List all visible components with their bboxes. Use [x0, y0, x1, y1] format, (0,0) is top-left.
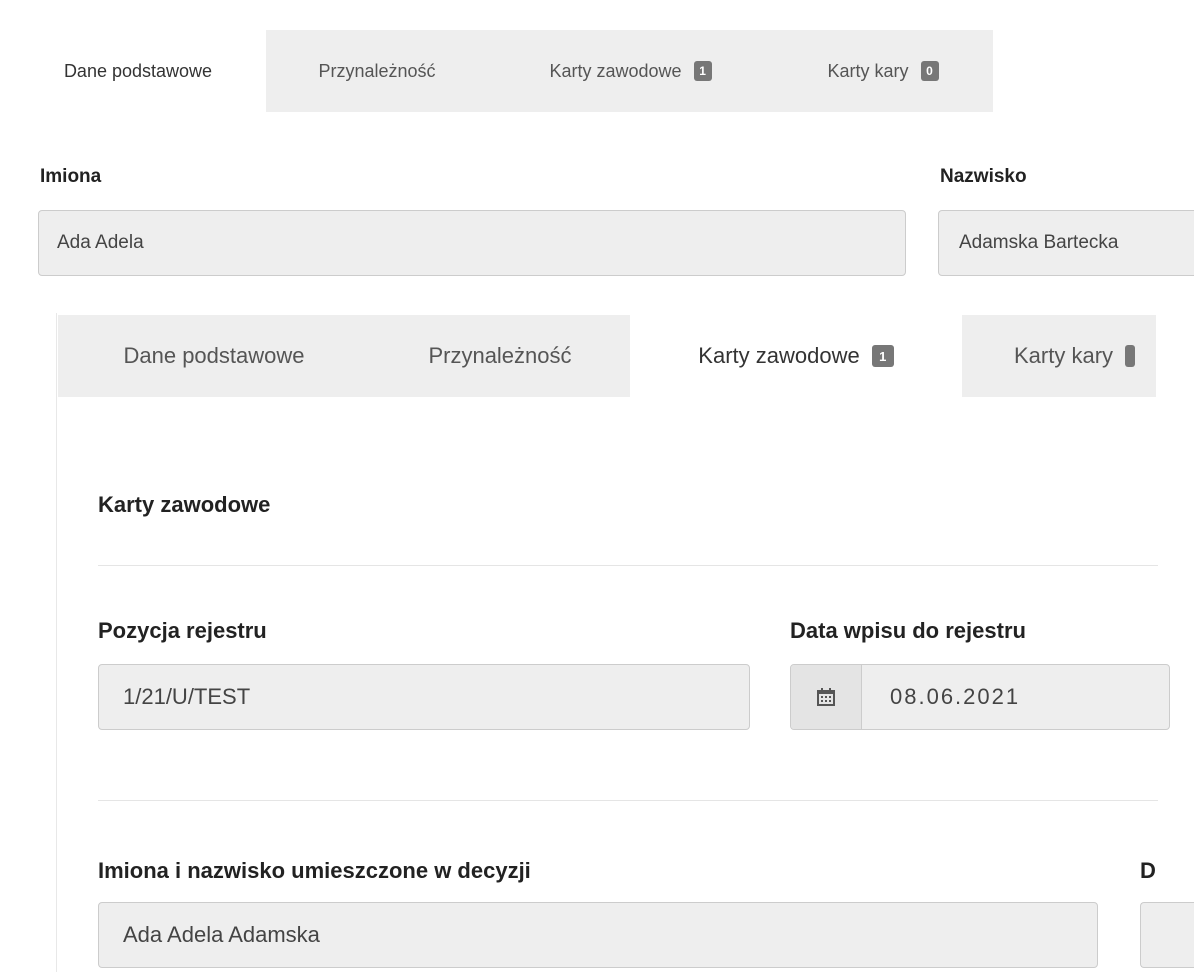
panel-border — [56, 313, 57, 972]
cut-off-field[interactable] — [1140, 902, 1194, 968]
tab-karty-kary[interactable]: Karty kary 0 — [773, 30, 993, 112]
tab-dane-podstawowe[interactable]: Dane podstawowe — [10, 30, 266, 112]
pozycja-field[interactable]: 1/21/U/TEST — [98, 664, 750, 730]
section-divider — [98, 565, 1158, 566]
section-divider — [98, 800, 1158, 801]
tab-label: Karty kary — [827, 60, 909, 81]
tab-przynaleznosc[interactable]: Przynależność — [266, 30, 488, 112]
count-badge: 1 — [693, 61, 712, 81]
imiona-value: Ada Adela — [57, 232, 144, 253]
pozycja-value: 1/21/U/TEST — [123, 684, 251, 709]
count-badge: 1 — [871, 345, 894, 367]
cut-off-label: D — [1140, 858, 1156, 883]
tab-label: Przynależność — [318, 60, 436, 81]
tab-label: Dane podstawowe — [63, 60, 213, 81]
nazwisko-value: Adamska Bartecka — [959, 232, 1119, 253]
tab-label: Dane podstawowe — [123, 343, 305, 368]
tab-karty-zawodowe[interactable]: Karty zawodowe 1 — [488, 30, 773, 112]
imiona-nazwisko-value: Ada Adela Adamska — [123, 922, 320, 947]
data-wpisu-field[interactable]: 08.06.2021 — [790, 664, 1170, 730]
outer-tab-bar: Dane podstawowe Przynależność Karty zawo… — [10, 30, 993, 112]
imiona-field[interactable]: Ada Adela — [38, 210, 906, 276]
calendar-icon[interactable] — [791, 665, 862, 729]
count-badge: 0 — [920, 61, 939, 81]
section-title: Karty zawodowe — [98, 492, 271, 517]
imiona-nazwisko-label: Imiona i nazwisko umieszczone w decyzji — [98, 858, 531, 883]
tab-label: Karty zawodowe — [549, 60, 682, 81]
tab-karty-kary[interactable]: Karty kary — [962, 315, 1156, 397]
imiona-label: Imiona — [40, 166, 102, 187]
nazwisko-field[interactable]: Adamska Bartecka — [938, 210, 1194, 276]
count-badge — [1125, 345, 1136, 367]
tab-label: Przynależność — [428, 343, 572, 368]
imiona-nazwisko-field[interactable]: Ada Adela Adamska — [98, 902, 1098, 968]
tab-dane-podstawowe[interactable]: Dane podstawowe — [58, 315, 370, 397]
data-wpisu-label: Data wpisu do rejestru — [790, 618, 1026, 643]
pozycja-label: Pozycja rejestru — [98, 618, 267, 643]
inner-tab-bar: Dane podstawowe Przynależność Karty zawo… — [58, 315, 1156, 397]
tab-label: Karty kary — [1014, 343, 1114, 368]
data-wpisu-value: 08.06.2021 — [890, 684, 1021, 709]
nazwisko-label: Nazwisko — [940, 166, 1027, 187]
tab-karty-zawodowe[interactable]: Karty zawodowe 1 — [630, 315, 962, 397]
tab-label: Karty zawodowe — [698, 343, 860, 368]
tab-przynaleznosc[interactable]: Przynależność — [370, 315, 630, 397]
